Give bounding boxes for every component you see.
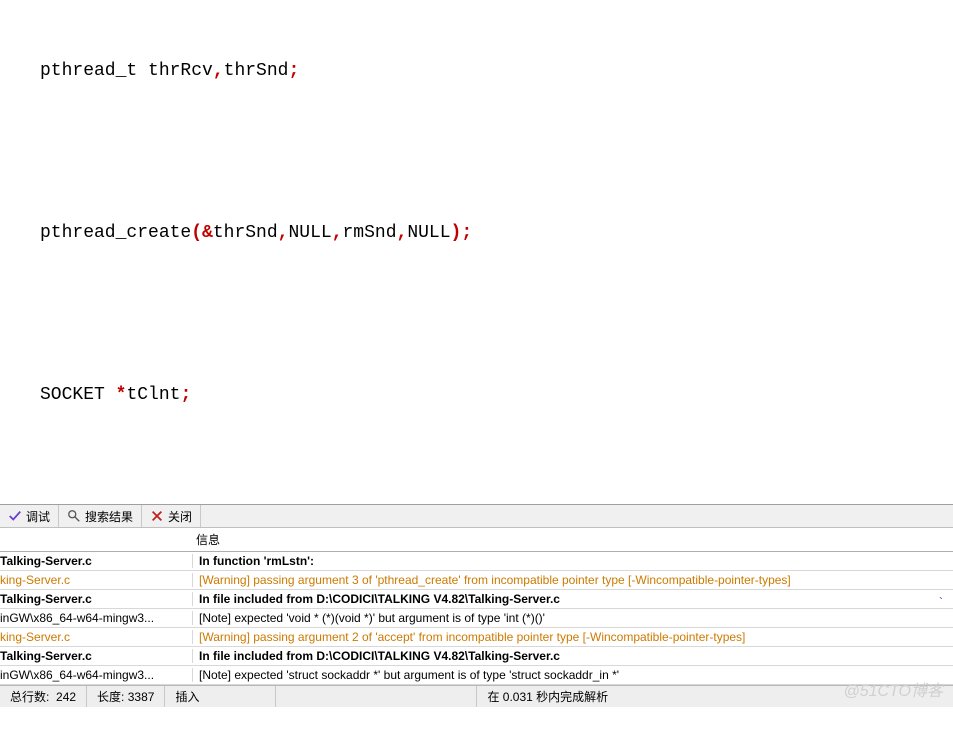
message-file: king-Server.c (0, 630, 193, 644)
message-file: Talking-Server.c (0, 592, 193, 606)
status-lines: 总行数: 242 (0, 686, 87, 707)
code-line: pthread_t thrRcv,thrSnd; (4, 58, 953, 85)
bottom-panel-tabs: 调试 搜索结果 关闭 (0, 504, 953, 528)
tab-close[interactable]: 关闭 (142, 505, 201, 527)
message-file: Talking-Server.c (0, 649, 193, 663)
status-blank (276, 686, 477, 707)
code-line: SOCKET *tClnt; (4, 382, 953, 409)
message-row[interactable]: inGW\x86_64-w64-mingw3...[Note] expected… (0, 666, 953, 685)
code-editor[interactable]: pthread_t thrRcv,thrSnd; pthread_create(… (0, 0, 953, 504)
message-file: Talking-Server.c (0, 554, 193, 568)
message-text: In file included from D:\CODICI\TALKING … (193, 592, 953, 606)
status-length: 长度: 3387 (87, 686, 165, 707)
messages-header: 信息 (0, 528, 953, 552)
code-line (4, 139, 953, 166)
message-file: king-Server.c (0, 573, 193, 587)
message-text: [Warning] passing argument 3 of 'pthread… (193, 573, 953, 587)
compiler-messages[interactable]: Talking-Server.cIn function 'rmLstn':kin… (0, 552, 953, 685)
message-row[interactable]: Talking-Server.cIn function 'rmLstn': (0, 552, 953, 571)
message-text: In file included from D:\CODICI\TALKING … (193, 649, 953, 663)
status-parse-time: 在 0.031 秒内完成解析 (477, 686, 953, 707)
statusbar: 总行数: 242 长度: 3387 插入 在 0.031 秒内完成解析 (0, 685, 953, 707)
message-row[interactable]: inGW\x86_64-w64-mingw3...[Note] expected… (0, 609, 953, 628)
message-row[interactable]: Talking-Server.cIn file included from D:… (0, 590, 953, 609)
message-row[interactable]: king-Server.c[Warning] passing argument … (0, 628, 953, 647)
tab-close-label: 关闭 (168, 508, 192, 525)
close-icon (150, 509, 164, 523)
message-text: In function 'rmLstn': (193, 554, 953, 568)
message-file: inGW\x86_64-w64-mingw3... (0, 668, 193, 682)
message-row[interactable]: king-Server.c[Warning] passing argument … (0, 571, 953, 590)
message-text: [Note] expected 'struct sockaddr *' but … (193, 668, 953, 682)
message-row[interactable]: Talking-Server.cIn file included from D:… (0, 647, 953, 666)
search-icon (67, 509, 81, 523)
status-insert-mode: 插入 (165, 686, 276, 707)
code-line (4, 463, 953, 490)
tab-search-label: 搜索结果 (85, 508, 133, 525)
message-text: [Note] expected 'void * (*)(void *)' but… (193, 611, 953, 625)
tab-debug-label: 调试 (26, 508, 50, 525)
caret-mark: ` (939, 595, 943, 609)
code-line (4, 301, 953, 328)
tab-debug[interactable]: 调试 (0, 505, 59, 527)
check-icon (8, 509, 22, 523)
message-text: [Warning] passing argument 2 of 'accept'… (193, 630, 953, 644)
message-file: inGW\x86_64-w64-mingw3... (0, 611, 193, 625)
code-line: pthread_create(&thrSnd,NULL,rmSnd,NULL); (4, 220, 953, 247)
tab-search-results[interactable]: 搜索结果 (59, 505, 142, 527)
